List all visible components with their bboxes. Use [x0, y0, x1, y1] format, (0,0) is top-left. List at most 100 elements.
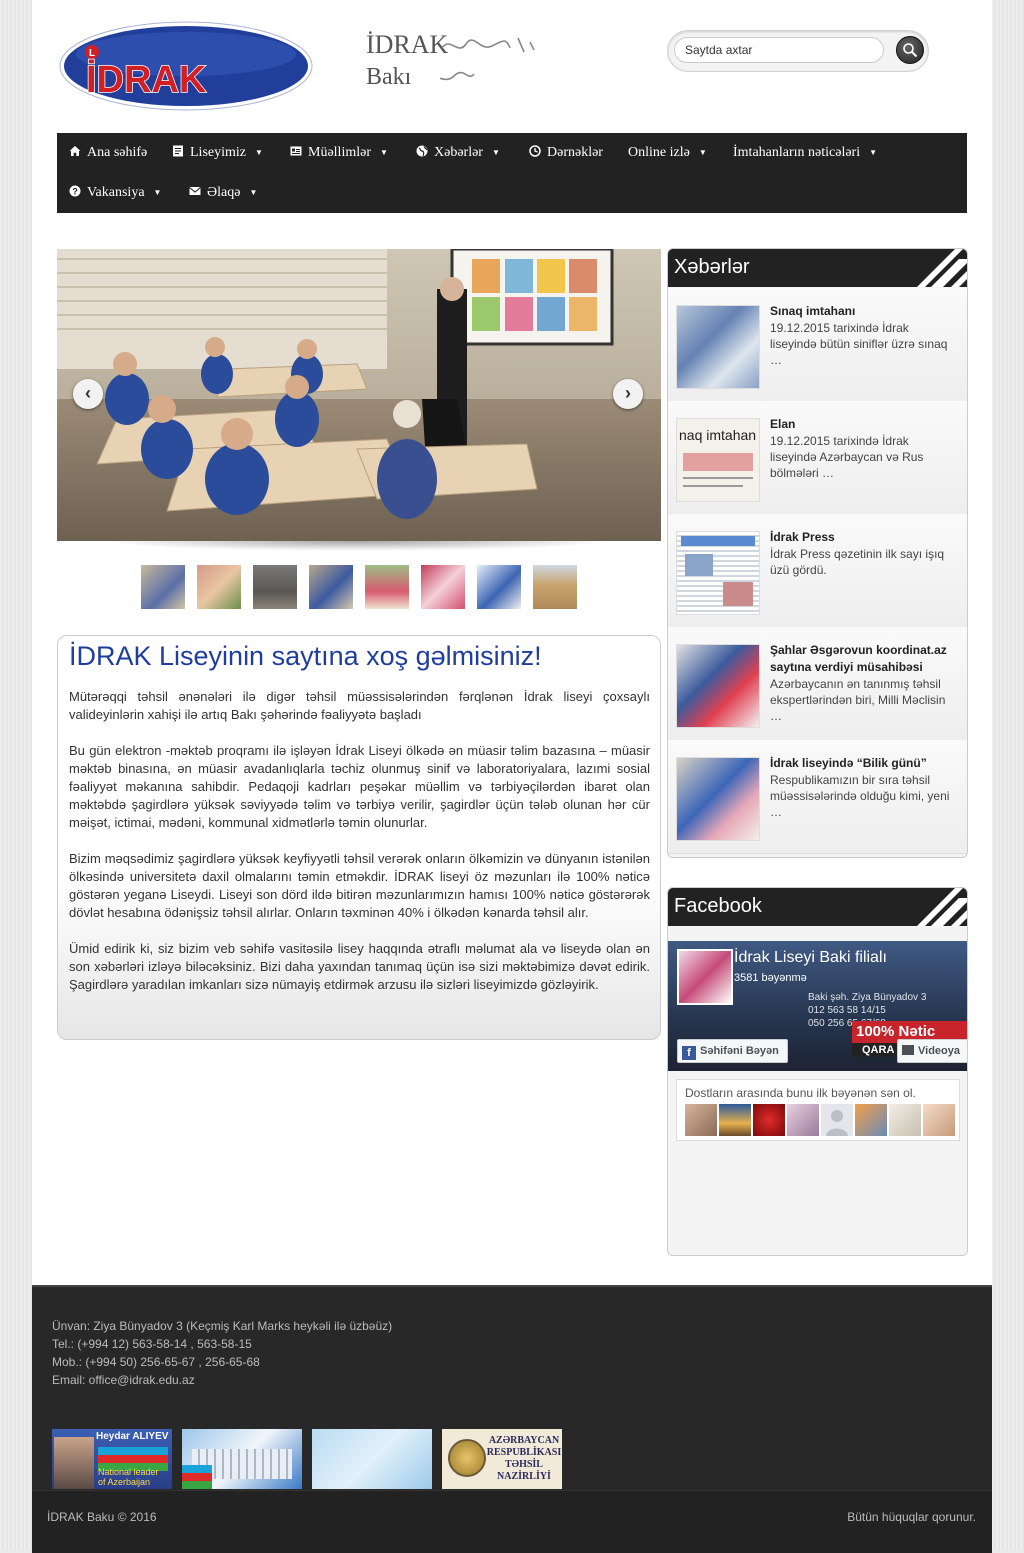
banner-ministry-of-education[interactable]: AZƏRBAYCAN RESPUBLİKASI TƏHSİL NAZİRLİYİ: [442, 1429, 562, 1489]
news-item-title[interactable]: Elan: [770, 416, 955, 433]
slider-thumbnail[interactable]: [197, 565, 241, 609]
signature-scribble: [440, 37, 535, 81]
news-item-title[interactable]: Sınaq imtahanı: [770, 303, 955, 320]
friend-avatar[interactable]: [855, 1104, 887, 1136]
news-item[interactable]: İdrak Press İdrak Press qəzetinin ilk sa…: [668, 514, 967, 628]
id-card-icon: [290, 146, 302, 156]
friend-avatar[interactable]: [821, 1104, 853, 1136]
document-icon: [173, 145, 183, 157]
globe-icon: [416, 145, 428, 157]
chevron-down-icon: ▼: [153, 188, 162, 197]
welcome-section: İDRAK Liseyinin saytına xoş gəlmisiniz! …: [57, 635, 661, 1040]
nav-item-dernekler[interactable]: Dərnəklər: [529, 133, 603, 173]
facebook-friends-text: Dostların arasında bunu ilk bəyənən sən …: [685, 1086, 916, 1100]
video-icon: [902, 1045, 914, 1055]
welcome-paragraph: Bizim məqsədimiz şagirdlərə yüksək keyfi…: [69, 851, 650, 920]
search-icon: [903, 43, 918, 58]
emblem-icon: [448, 1439, 486, 1477]
svg-text:?: ?: [72, 186, 78, 196]
news-thumbnail: [676, 305, 760, 389]
news-item-excerpt: Azərbaycanın ən tanınmış təhsil ekspertl…: [770, 677, 946, 723]
friend-avatar[interactable]: [889, 1104, 921, 1136]
footer-email[interactable]: Email: office@idrak.edu.az: [52, 1371, 392, 1389]
welcome-paragraph: Ümid edirik ki, siz bizim veb səhifə vas…: [69, 941, 650, 992]
flag-icon: [182, 1465, 212, 1489]
banner-heydar-aliyev[interactable]: Heydar ALIYEV National leader of Azerbaij…: [52, 1429, 172, 1489]
chevron-down-icon: ▼: [491, 148, 500, 157]
slider-thumbnail[interactable]: [477, 565, 521, 609]
news-thumbnail: [676, 757, 760, 841]
footer-contact-info: Ünvan: Ziya Bünyadov 3 (Keçmiş Karl Mark…: [52, 1317, 392, 1389]
search-box: [667, 30, 929, 72]
nav-item-online-izle[interactable]: Online izlə ▼: [628, 133, 707, 173]
facebook-page-name[interactable]: İdrak Liseyi Baki filialı: [734, 949, 887, 967]
chevron-down-icon: ▼: [249, 188, 258, 197]
chevron-down-icon: ▼: [380, 148, 388, 157]
image-slider: ‹ ›: [57, 249, 661, 541]
nav-item-elaqe[interactable]: Əlaqə ▼: [189, 173, 257, 213]
news-item[interactable]: Sınaq imtahanı 19.12.2015 tarixində İdra…: [668, 288, 967, 402]
facebook-likes-count: 3581 bəyənmə: [734, 972, 807, 984]
page-avatar[interactable]: [677, 949, 733, 1005]
footer-phone: Tel.: (+994 12) 563-58-14 , 563-58-15: [52, 1337, 252, 1351]
nav-item-muellimler[interactable]: Müəllimlər ▼: [290, 133, 388, 173]
footer-mobile: Mob.: (+994 50) 256-65-67 , 256-65-68: [52, 1355, 260, 1369]
welcome-body: Mütərəqqi təhsil ənənələri ilə digər təh…: [69, 688, 650, 1012]
rights-text: Bütün hüquqlar qorunur.: [847, 1510, 976, 1524]
slider-thumbnail[interactable]: [365, 565, 409, 609]
facebook-like-button[interactable]: f Səhifəni Bəyən: [677, 1039, 788, 1063]
news-item[interactable]: İdrak liseyində “Bilik günü” Respublikam…: [668, 740, 967, 854]
slider-thumbnail[interactable]: [533, 565, 577, 609]
news-item[interactable]: naq imtahan Elan 19.12.2015 tarixində İd…: [668, 401, 967, 515]
classroom-photo: [57, 249, 661, 541]
site-logo[interactable]: L İDRAK: [58, 20, 316, 112]
friend-avatar[interactable]: [787, 1104, 819, 1136]
friend-avatar[interactable]: [685, 1104, 717, 1136]
news-item[interactable]: Şahlar Əsgərovun koordinat.az saytına ve…: [668, 627, 967, 741]
news-item-title[interactable]: İdrak liseyində “Bilik günü”: [770, 755, 955, 772]
slider-next-button[interactable]: ›: [613, 379, 643, 409]
site-name: İDRAK Bakı: [366, 32, 448, 91]
nav-item-liseyimiz[interactable]: Liseyimiz ▼: [172, 133, 263, 173]
nav-item-imtahan-neticeleri[interactable]: İmtahanların nəticələri ▼: [733, 133, 877, 173]
portrait: [54, 1437, 94, 1489]
banner-president[interactable]: [182, 1429, 302, 1489]
slider-thumbnail[interactable]: [253, 565, 297, 609]
slider-thumbnail[interactable]: [309, 565, 353, 609]
friend-avatar[interactable]: [923, 1104, 955, 1136]
banner-map[interactable]: [312, 1429, 432, 1489]
welcome-title: İDRAK Liseyinin saytına xoş gəlmisiniz!: [69, 641, 542, 671]
question-icon: ?: [69, 185, 81, 197]
news-item-title[interactable]: Şahlar Əsgərovun koordinat.az saytına ve…: [770, 642, 955, 676]
news-item-excerpt: 19.12.2015 tarixində İdrak liseyində büt…: [770, 321, 948, 367]
mail-icon: [189, 187, 201, 195]
slider-thumbnail[interactable]: [421, 565, 465, 609]
stripes-decoration: [917, 888, 967, 926]
friend-avatar[interactable]: [719, 1104, 751, 1136]
friend-avatar[interactable]: [753, 1104, 785, 1136]
facebook-page-cover[interactable]: Baki şəh. Ziya Bünyadov 3 012 563 58 14/…: [668, 941, 967, 1071]
slider-shadow: [100, 541, 612, 551]
slider-thumbnail[interactable]: [141, 565, 185, 609]
copyright-text: İDRAK Baku © 2016: [47, 1510, 157, 1524]
news-thumbnail: naq imtahan: [676, 418, 760, 502]
clock-icon: [529, 145, 541, 157]
nav-item-xeberler[interactable]: Xəbərlər ▼: [416, 133, 500, 173]
search-input[interactable]: [674, 37, 884, 63]
news-widget-title: Xəbərlər: [674, 256, 750, 278]
welcome-paragraph: Bu gün elektron -məktəb proqramı ilə işl…: [69, 743, 650, 830]
welcome-paragraph: Mütərəqqi təhsil ənənələri ilə digər təh…: [69, 689, 650, 722]
news-item-title[interactable]: İdrak Press: [770, 529, 955, 546]
nav-item-vakansiya[interactable]: ? Vakansiya ▼: [69, 173, 161, 213]
main-navigation: Ana səhifə Liseyimiz ▼ Müəllimlər ▼ Xəbərl…: [57, 133, 967, 213]
slider-prev-button[interactable]: ‹: [73, 379, 103, 409]
nav-item-home[interactable]: Ana səhifə: [69, 133, 147, 173]
news-thumbnail: [676, 644, 760, 728]
facebook-video-button[interactable]: Videoya: [897, 1039, 967, 1063]
facebook-widget-header: Facebook: [668, 888, 967, 926]
chevron-down-icon: ▼: [255, 148, 263, 157]
search-button[interactable]: [896, 36, 924, 64]
news-item-excerpt: İdrak Press qəzetinin ilk sayı işıq üzü …: [770, 547, 945, 577]
facebook-friends-box: Dostların arasında bunu ilk bəyənən sən …: [676, 1079, 960, 1141]
news-widget: Xəbərlər Sınaq imtahanı 19.12.2015 tarix…: [667, 248, 968, 858]
